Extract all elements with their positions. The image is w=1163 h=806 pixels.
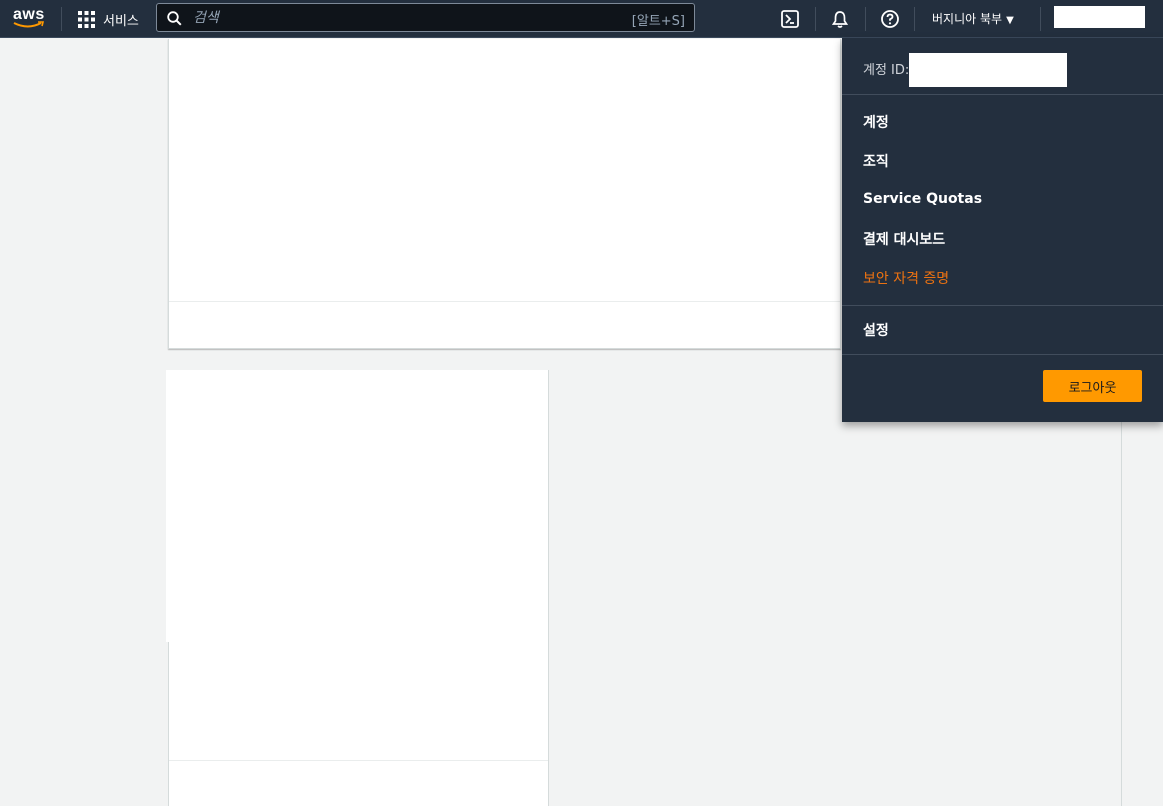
search-bar[interactable]: [알트+S] bbox=[156, 3, 695, 32]
menu-item-security-credentials[interactable]: 보안 자격 증명 bbox=[863, 268, 949, 288]
account-id-label: 계정 ID: bbox=[863, 62, 910, 78]
search-shortcut-hint: [알트+S] bbox=[631, 14, 685, 29]
panel-divider bbox=[169, 760, 548, 761]
content-panel bbox=[166, 370, 549, 806]
nav-divider bbox=[914, 7, 915, 31]
region-label: 버지니아 북부 bbox=[932, 12, 1003, 26]
menu-divider bbox=[842, 94, 1163, 95]
account-id-value bbox=[909, 53, 1068, 87]
account-menu-button[interactable] bbox=[1054, 6, 1145, 28]
aws-smile-icon bbox=[13, 21, 45, 28]
nav-divider bbox=[1040, 7, 1041, 31]
services-menu-button[interactable]: 서비스 bbox=[78, 9, 139, 29]
region-selector[interactable]: 버지니아 북부 ▼ bbox=[932, 10, 1014, 27]
grid-icon bbox=[78, 10, 95, 28]
bell-icon[interactable] bbox=[830, 9, 850, 29]
search-input[interactable] bbox=[193, 7, 593, 29]
caret-down-icon: ▼ bbox=[1006, 15, 1014, 26]
panel-edge bbox=[166, 370, 169, 642]
menu-item-account[interactable]: 계정 bbox=[863, 112, 889, 132]
panel-divider bbox=[169, 301, 840, 302]
menu-item-billing-dashboard[interactable]: 결제 대시보드 bbox=[863, 229, 945, 249]
account-dropdown-menu: 계정 ID: 계정 조직 Service Quotas 결제 대시보드 보안 자… bbox=[842, 38, 1163, 422]
search-icon bbox=[167, 11, 182, 26]
account-id-row: 계정 ID: bbox=[863, 53, 1068, 87]
nav-divider bbox=[815, 7, 816, 31]
logout-button[interactable]: 로그아웃 bbox=[1043, 370, 1142, 402]
menu-item-service-quotas[interactable]: Service Quotas bbox=[863, 191, 982, 207]
menu-item-settings[interactable]: 설정 bbox=[863, 320, 889, 340]
menu-divider bbox=[842, 305, 1163, 306]
content-panel bbox=[168, 39, 841, 349]
panel-divider bbox=[1121, 421, 1122, 806]
services-label: 서비스 bbox=[103, 13, 139, 29]
aws-logo[interactable]: aws bbox=[13, 6, 45, 32]
top-navigation-bar: aws 서비스 [알트+S] bbox=[0, 0, 1163, 38]
menu-divider bbox=[842, 354, 1163, 355]
menu-item-organization[interactable]: 조직 bbox=[863, 151, 889, 171]
help-icon[interactable] bbox=[880, 9, 900, 29]
cloudshell-icon[interactable] bbox=[780, 9, 800, 29]
nav-divider bbox=[61, 7, 62, 31]
nav-divider bbox=[865, 7, 866, 31]
